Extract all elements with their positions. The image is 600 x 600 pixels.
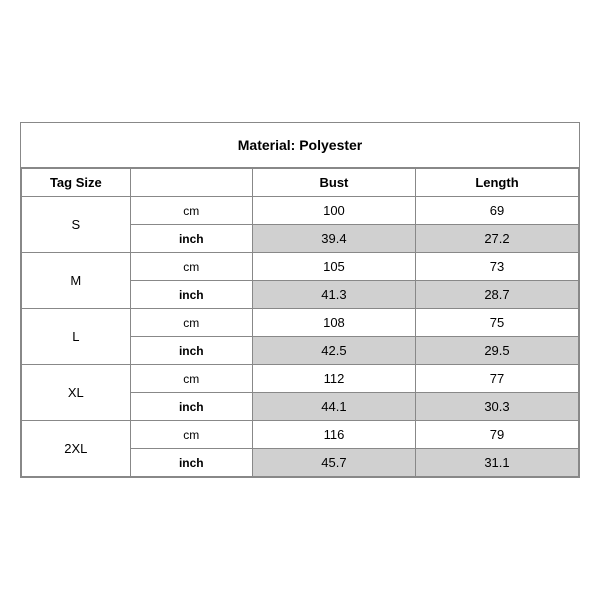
length-inch: 28.7 bbox=[415, 281, 578, 309]
unit-cm: cm bbox=[130, 309, 252, 337]
length-cm: 69 bbox=[415, 197, 578, 225]
size-table: Tag Size Bust Length Scm10069inch39.427.… bbox=[21, 168, 579, 477]
unit-cm: cm bbox=[130, 421, 252, 449]
length-cm: 75 bbox=[415, 309, 578, 337]
unit-cm: cm bbox=[130, 365, 252, 393]
size-label: L bbox=[22, 309, 131, 365]
table-row: Lcm10875 bbox=[22, 309, 579, 337]
bust-cm: 108 bbox=[252, 309, 415, 337]
table-row: XLcm11277 bbox=[22, 365, 579, 393]
size-label: 2XL bbox=[22, 421, 131, 477]
bust-inch: 44.1 bbox=[252, 393, 415, 421]
bust-cm: 116 bbox=[252, 421, 415, 449]
bust-inch: 41.3 bbox=[252, 281, 415, 309]
length-inch: 31.1 bbox=[415, 449, 578, 477]
unit-inch: inch bbox=[130, 337, 252, 365]
unit-inch: inch bbox=[130, 225, 252, 253]
length-inch: 30.3 bbox=[415, 393, 578, 421]
unit-cm: cm bbox=[130, 197, 252, 225]
bust-cm: 105 bbox=[252, 253, 415, 281]
size-chart: Material: Polyester Tag Size Bust Length… bbox=[20, 122, 580, 478]
header-tag-size: Tag Size bbox=[22, 169, 131, 197]
header-length: Length bbox=[415, 169, 578, 197]
length-inch: 27.2 bbox=[415, 225, 578, 253]
table-row: Mcm10573 bbox=[22, 253, 579, 281]
unit-inch: inch bbox=[130, 449, 252, 477]
length-cm: 79 bbox=[415, 421, 578, 449]
table-row: Scm10069 bbox=[22, 197, 579, 225]
length-cm: 77 bbox=[415, 365, 578, 393]
bust-inch: 45.7 bbox=[252, 449, 415, 477]
header-unit-placeholder bbox=[130, 169, 252, 197]
unit-inch: inch bbox=[130, 281, 252, 309]
bust-cm: 112 bbox=[252, 365, 415, 393]
header-bust: Bust bbox=[252, 169, 415, 197]
unit-cm: cm bbox=[130, 253, 252, 281]
length-cm: 73 bbox=[415, 253, 578, 281]
size-label: M bbox=[22, 253, 131, 309]
bust-cm: 100 bbox=[252, 197, 415, 225]
size-label: XL bbox=[22, 365, 131, 421]
chart-title: Material: Polyester bbox=[21, 123, 579, 168]
length-inch: 29.5 bbox=[415, 337, 578, 365]
table-row: 2XLcm11679 bbox=[22, 421, 579, 449]
size-label: S bbox=[22, 197, 131, 253]
bust-inch: 39.4 bbox=[252, 225, 415, 253]
bust-inch: 42.5 bbox=[252, 337, 415, 365]
unit-inch: inch bbox=[130, 393, 252, 421]
